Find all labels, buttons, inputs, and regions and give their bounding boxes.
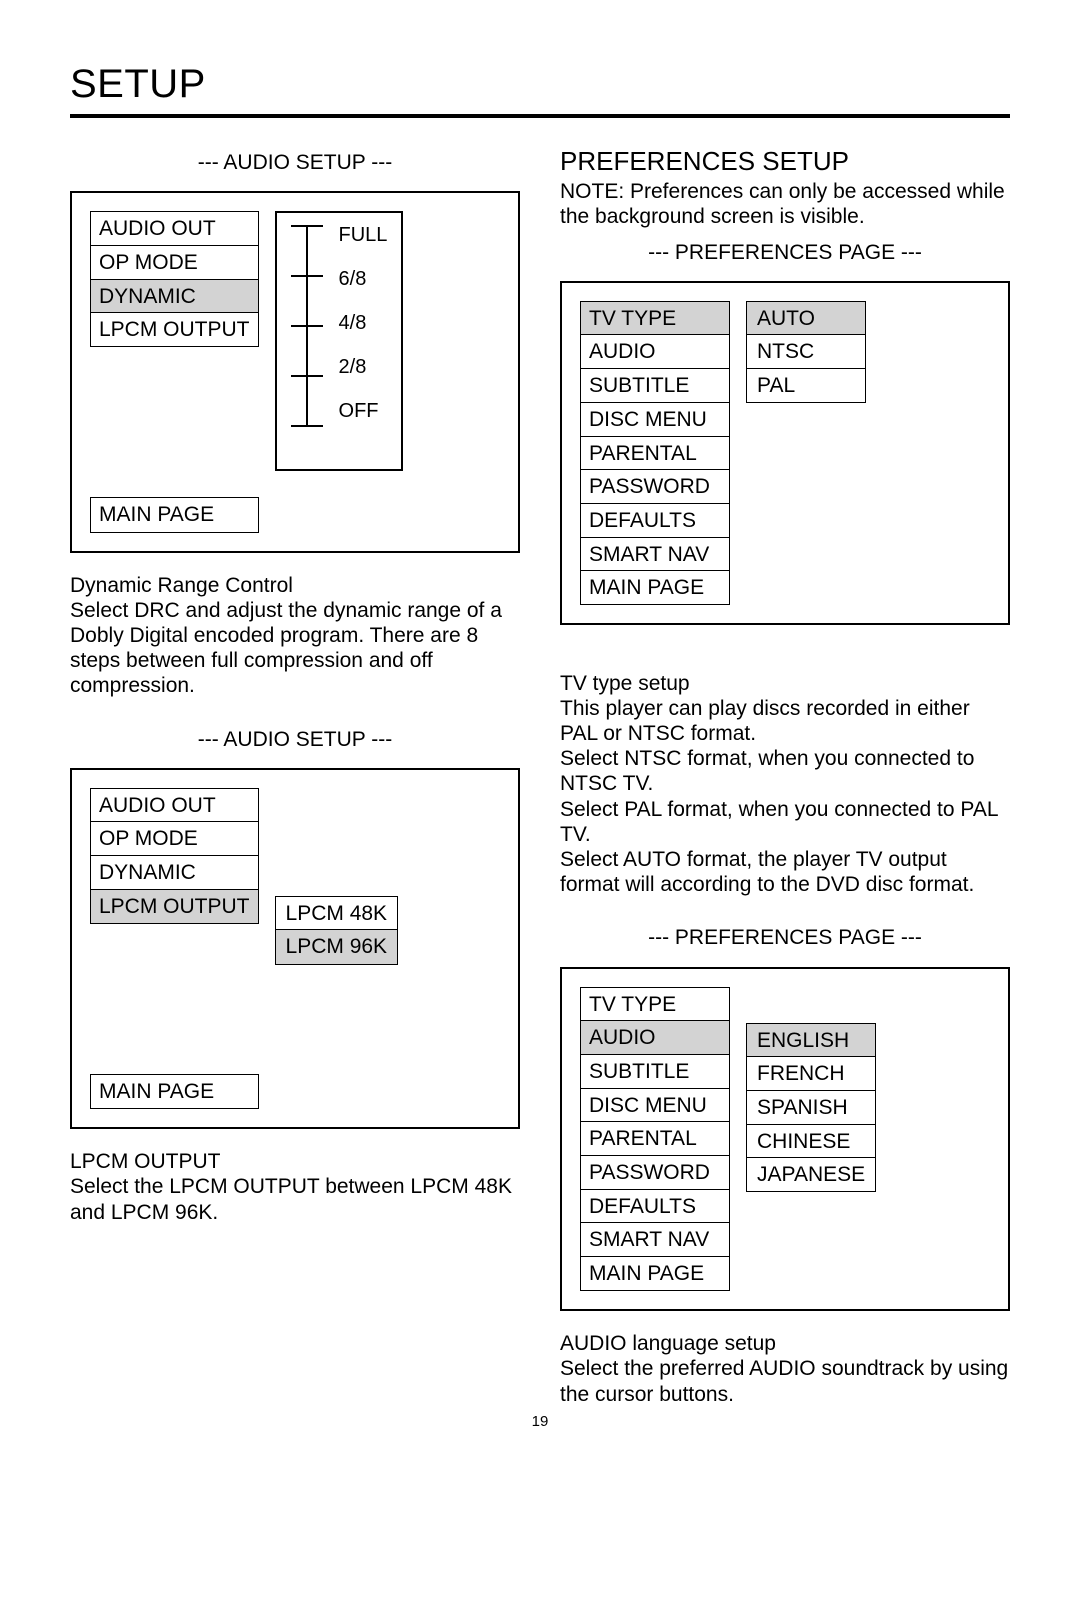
- dynamic-range-slider[interactable]: FULL 6/8 4/8 2/8 OFF: [275, 211, 404, 471]
- option-spanish[interactable]: SPANISH: [746, 1090, 876, 1125]
- option-english[interactable]: ENGLISH: [746, 1023, 876, 1058]
- pref-page-header-2: --- PREFERENCES PAGE ---: [560, 925, 1010, 950]
- pref-page-header-1: --- PREFERENCES PAGE ---: [560, 240, 1010, 265]
- tvtype-description: TV type setup This player can play discs…: [560, 645, 1010, 897]
- audio-lang-options: ENGLISH FRENCH SPANISH CHINESE JAPANESE: [746, 1023, 876, 1193]
- audio-setup-header-2: --- AUDIO SETUP ---: [70, 727, 520, 752]
- pref1-menu: TV TYPE AUDIO SUBTITLE DISC MENU PARENTA…: [580, 301, 730, 606]
- preferences-note: NOTE: Preferences can only be accessed w…: [560, 179, 1010, 229]
- menu-smart-nav[interactable]: SMART NAV: [580, 1222, 730, 1257]
- option-french[interactable]: FRENCH: [746, 1056, 876, 1091]
- audio2-menu: AUDIO OUT OP MODE DYNAMIC LPCM OUTPUT: [90, 788, 259, 924]
- menu-parental[interactable]: PARENTAL: [580, 436, 730, 471]
- slider-label: OFF: [339, 399, 388, 423]
- slider-label: 6/8: [339, 267, 388, 291]
- menu-audio-out[interactable]: AUDIO OUT: [90, 211, 259, 246]
- option-ntsc[interactable]: NTSC: [746, 334, 866, 369]
- pref2-menu: TV TYPE AUDIO SUBTITLE DISC MENU PARENTA…: [580, 987, 730, 1292]
- menu-dynamic[interactable]: DYNAMIC: [90, 855, 259, 890]
- page-title: SETUP: [70, 60, 1010, 108]
- lpcm-description: LPCM OUTPUT Select the LPCM OUTPUT betwe…: [70, 1149, 520, 1225]
- menu-op-mode[interactable]: OP MODE: [90, 245, 259, 280]
- right-column: PREFERENCES SETUP NOTE: Preferences can …: [560, 146, 1010, 1407]
- slider-label: FULL: [339, 223, 388, 247]
- menu-main-page[interactable]: MAIN PAGE: [90, 497, 259, 532]
- menu-defaults[interactable]: DEFAULTS: [580, 503, 730, 538]
- menu-main-page[interactable]: MAIN PAGE: [580, 1256, 730, 1291]
- audio-lang-description: AUDIO language setup Select the preferre…: [560, 1331, 1010, 1407]
- option-japanese[interactable]: JAPANESE: [746, 1157, 876, 1192]
- menu-dynamic[interactable]: DYNAMIC: [90, 279, 259, 314]
- menu-tv-type[interactable]: TV TYPE: [580, 301, 730, 336]
- option-lpcm-48k[interactable]: LPCM 48K: [275, 896, 399, 931]
- option-lpcm-96k[interactable]: LPCM 96K: [275, 929, 399, 964]
- preferences-setup-heading: PREFERENCES SETUP: [560, 146, 1010, 177]
- menu-password[interactable]: PASSWORD: [580, 1155, 730, 1190]
- slider-label: 4/8: [339, 311, 388, 335]
- menu-parental[interactable]: PARENTAL: [580, 1121, 730, 1156]
- option-auto[interactable]: AUTO: [746, 301, 866, 336]
- audio-setup-header-1: --- AUDIO SETUP ---: [70, 150, 520, 175]
- osd-pref-audio: TV TYPE AUDIO SUBTITLE DISC MENU PARENTA…: [560, 967, 1010, 1312]
- menu-audio[interactable]: AUDIO: [580, 334, 730, 369]
- menu-lpcm-output[interactable]: LPCM OUTPUT: [90, 312, 259, 347]
- menu-audio-out[interactable]: AUDIO OUT: [90, 788, 259, 823]
- two-column-layout: --- AUDIO SETUP --- AUDIO OUT OP MODE DY…: [70, 146, 1010, 1407]
- menu-subtitle[interactable]: SUBTITLE: [580, 1054, 730, 1089]
- menu-defaults[interactable]: DEFAULTS: [580, 1189, 730, 1224]
- menu-main-page[interactable]: MAIN PAGE: [90, 1074, 259, 1109]
- menu-disc-menu[interactable]: DISC MENU: [580, 402, 730, 437]
- slider-label: 2/8: [339, 355, 388, 379]
- option-pal[interactable]: PAL: [746, 368, 866, 403]
- osd-pref-tvtype: TV TYPE AUDIO SUBTITLE DISC MENU PARENTA…: [560, 281, 1010, 626]
- osd-audio-lpcm: AUDIO OUT OP MODE DYNAMIC LPCM OUTPUT MA…: [70, 768, 520, 1129]
- menu-main-page[interactable]: MAIN PAGE: [580, 570, 730, 605]
- slider-ticks-icon: [291, 225, 323, 425]
- option-chinese[interactable]: CHINESE: [746, 1124, 876, 1159]
- menu-subtitle[interactable]: SUBTITLE: [580, 368, 730, 403]
- left-column: --- AUDIO SETUP --- AUDIO OUT OP MODE DY…: [70, 146, 520, 1407]
- tvtype-options: AUTO NTSC PAL: [746, 301, 866, 404]
- menu-password[interactable]: PASSWORD: [580, 469, 730, 504]
- dynamic-range-description: Dynamic Range Control Select DRC and adj…: [70, 573, 520, 699]
- lpcm-options: LPCM 48K LPCM 96K: [275, 896, 399, 965]
- page-number: 19: [70, 1413, 1010, 1431]
- menu-audio[interactable]: AUDIO: [580, 1020, 730, 1055]
- menu-tv-type[interactable]: TV TYPE: [580, 987, 730, 1022]
- menu-disc-menu[interactable]: DISC MENU: [580, 1088, 730, 1123]
- audio1-menu: AUDIO OUT OP MODE DYNAMIC LPCM OUTPUT: [90, 211, 259, 347]
- osd-audio-dynamic: AUDIO OUT OP MODE DYNAMIC LPCM OUTPUT MA…: [70, 191, 520, 552]
- menu-lpcm-output[interactable]: LPCM OUTPUT: [90, 889, 259, 924]
- title-rule: [70, 114, 1010, 118]
- menu-op-mode[interactable]: OP MODE: [90, 821, 259, 856]
- menu-smart-nav[interactable]: SMART NAV: [580, 537, 730, 572]
